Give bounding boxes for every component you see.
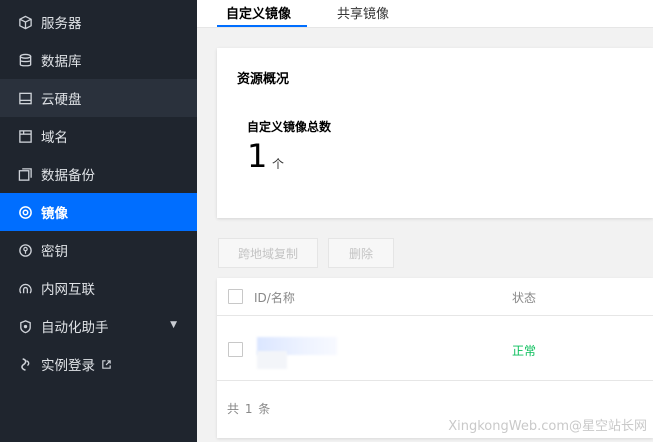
select-all-checkbox[interactable]: [228, 289, 243, 304]
status-badge: 正常: [512, 344, 537, 358]
sidebar-item-label: 密钥: [41, 244, 68, 260]
overview-title: 资源概况: [237, 72, 290, 87]
tab-shared-image[interactable]: 共享镜像: [337, 3, 389, 22]
database-icon: [17, 52, 33, 68]
sidebar-item-label: 域名: [41, 130, 68, 146]
watermark: XingkongWeb.com@星空站长网: [448, 419, 647, 434]
sidebar-item-label: 数据备份: [41, 168, 95, 184]
login-icon: [17, 356, 33, 372]
network-icon: [17, 280, 33, 296]
sidebar-item-domain[interactable]: 域名: [0, 117, 197, 155]
sidebar-item-server[interactable]: 服务器: [0, 3, 197, 41]
sidebar-item-label: 镜像: [41, 206, 68, 222]
active-tab-indicator: [217, 25, 307, 27]
sidebar-item-cloud-disk[interactable]: 云硬盘: [0, 79, 197, 117]
sidebar-item-label: 服务器: [41, 16, 82, 32]
stat-value: 1: [247, 137, 268, 175]
sidebar-item-database[interactable]: 数据库: [0, 41, 197, 79]
assistant-icon: [17, 318, 33, 334]
stat-label: 自定义镜像总数: [247, 120, 332, 134]
resource-overview-card: 资源概况 自定义镜像总数 1 个: [217, 48, 653, 218]
main-content: 自定义镜像 共享镜像 资源概况 自定义镜像总数 1 个 跨地域复制 删除 ID/…: [197, 0, 653, 442]
sidebar-item-label: 云硬盘: [41, 92, 82, 108]
sidebar-item-intranet[interactable]: 内网互联: [0, 269, 197, 307]
external-link-icon: [102, 359, 111, 369]
chevron-down-icon[interactable]: ▼: [170, 320, 177, 330]
image-table: ID/名称 状态 正常 共 1 条: [217, 278, 653, 438]
sidebar-item-label: 数据库: [41, 54, 82, 70]
sidebar-item-label: 实例登录: [41, 358, 95, 374]
key-icon: [17, 242, 33, 258]
tab-bar: 自定义镜像 共享镜像: [197, 0, 653, 28]
sidebar-item-label: 自动化助手: [41, 320, 109, 336]
copy-cross-region-button[interactable]: 跨地域复制: [218, 238, 318, 268]
table-header: ID/名称 状态: [217, 278, 653, 316]
row-checkbox[interactable]: [228, 342, 243, 357]
sidebar-item-automation[interactable]: 自动化助手 ▼: [0, 307, 197, 345]
column-header-status: 状态: [512, 291, 537, 305]
image-name: [257, 351, 287, 369]
delete-button[interactable]: 删除: [328, 238, 394, 268]
column-header-id-name: ID/名称: [254, 291, 295, 305]
sidebar-item-key[interactable]: 密钥: [0, 231, 197, 269]
table-total: 共 1 条: [227, 402, 272, 416]
table-row[interactable]: 正常: [217, 317, 653, 381]
tab-custom-image[interactable]: 自定义镜像: [226, 3, 291, 22]
sidebar-item-label: 内网互联: [41, 282, 95, 298]
sidebar-item-instance-login[interactable]: 实例登录: [0, 345, 197, 383]
backup-icon: [17, 166, 33, 182]
box-icon: [17, 14, 33, 30]
domain-icon: [17, 128, 33, 144]
disk-icon: [17, 90, 33, 106]
image-icon: [17, 204, 33, 220]
stat-unit: 个: [272, 157, 285, 171]
sidebar-item-backup[interactable]: 数据备份: [0, 155, 197, 193]
sidebar-item-image[interactable]: 镜像: [0, 193, 197, 231]
sidebar: 服务器 数据库 云硬盘 域名 数据备份 镜像 密钥 内网互联 自动化助手 ▼ 实…: [0, 0, 197, 442]
